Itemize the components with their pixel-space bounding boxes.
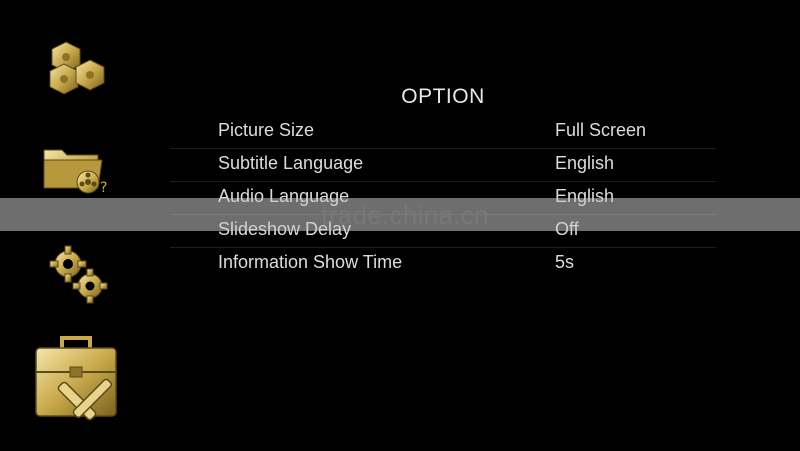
media-folder-icon[interactable]: ? [42, 144, 112, 200]
option-value: Full Screen [555, 120, 647, 140]
tv-option-screen: ? OPTION Picture Size Full Screen Subtit… [0, 0, 800, 451]
option-picture-size[interactable]: Picture Size Full Screen [170, 116, 716, 148]
toolbox-icon[interactable] [32, 334, 132, 426]
page-title: OPTION [401, 85, 485, 108]
svg-text:?: ? [100, 180, 107, 196]
apps-cubes-icon[interactable] [46, 40, 108, 102]
option-subtitle-language[interactable]: Subtitle Language English [170, 148, 716, 181]
option-value: English [555, 153, 615, 173]
option-label: Subtitle Language [218, 153, 364, 173]
settings-gears-icon[interactable] [46, 244, 108, 306]
option-value: 5s [555, 252, 575, 272]
option-label: Information Show Time [218, 252, 403, 272]
option-information-show-time[interactable]: Information Show Time 5s [170, 247, 716, 280]
watermark-text: trade.china.cn [321, 200, 489, 230]
option-label: Picture Size [218, 120, 315, 140]
